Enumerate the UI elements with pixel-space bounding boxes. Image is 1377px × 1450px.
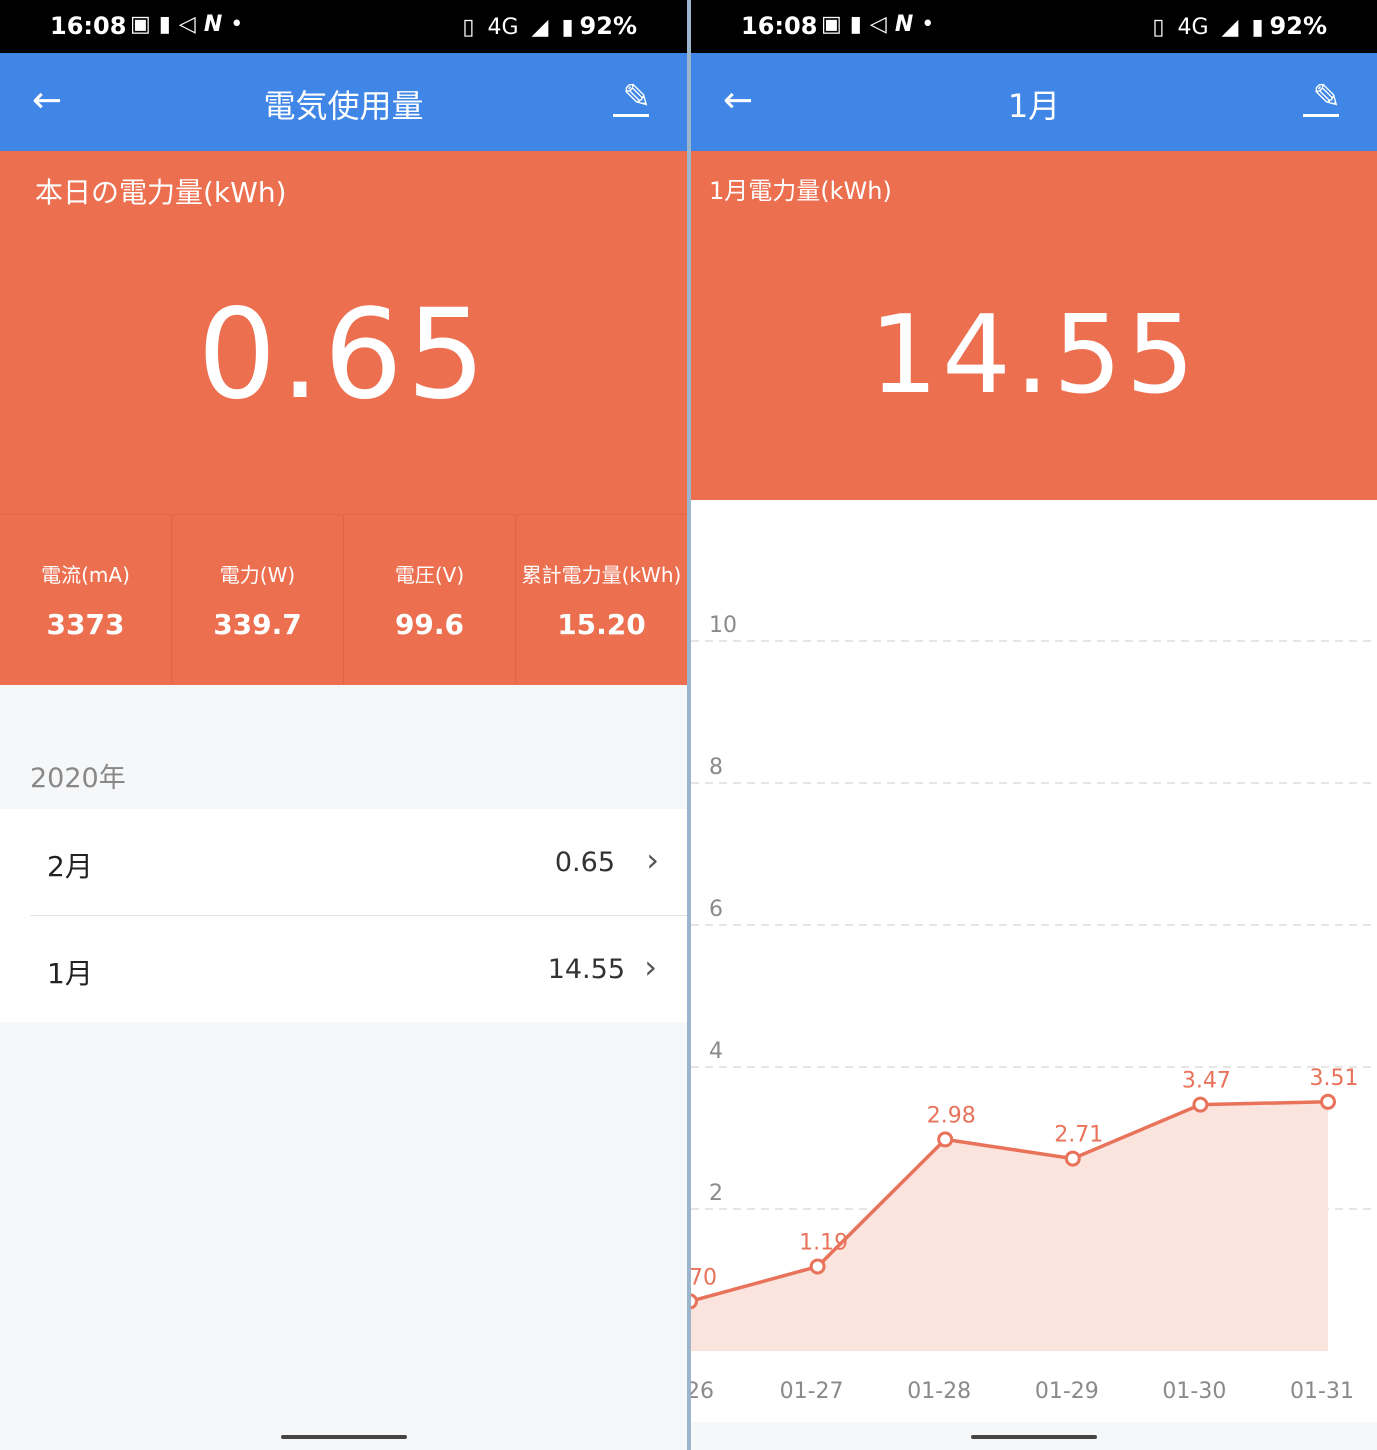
x-tick-label: 26: [691, 1379, 714, 1404]
chart-svg: 0246810701.192.982.713.473.512601-2701-2…: [691, 613, 1377, 1404]
data-point: [1064, 1150, 1081, 1167]
month-name: 2月: [47, 850, 93, 883]
network-type: 4G: [1177, 15, 1209, 40]
app-bar: ← 1月 ✎: [691, 53, 1377, 151]
battery-icon: ▮: [561, 15, 574, 40]
daily-energy-chart: 0246810701.192.982.713.473.512601-2701-2…: [691, 500, 1377, 1422]
battery-level: 92%: [1269, 12, 1327, 40]
status-time: 16:08: [50, 12, 127, 40]
area-fill: [691, 1101, 1328, 1351]
chevron-right-icon: ›: [646, 841, 659, 879]
image-icon: ▣: [130, 12, 159, 37]
left-screen: 16:08 ▣▮◁N• ▯ 4G ◢ ▮ 92% ← 電気使用量 ✎ 本日の電力量…: [0, 0, 687, 1450]
x-tick-label: 01-27: [780, 1379, 844, 1404]
home-indicator[interactable]: [280, 1435, 407, 1439]
data-point: [809, 1258, 826, 1275]
month-list: 2月 0.65 › 1月 14.55 ›: [0, 809, 687, 1022]
data-label: 70: [691, 1265, 717, 1290]
x-tick-label: 01-29: [1035, 1379, 1099, 1404]
today-energy-value: 0.65: [197, 283, 490, 427]
data-label: 2.71: [1054, 1123, 1103, 1148]
data-point: [1192, 1096, 1209, 1113]
chevron-right-icon: ›: [644, 948, 657, 986]
data-point: [691, 1293, 698, 1310]
status-right: ▯ 4G ◢ ▮ 92%: [456, 12, 637, 40]
stat-label: 累計電力量(kWh): [521, 563, 682, 587]
right-screen: 16:08 ▣▮◁N• ▯ 4G ◢ ▮ 92% ← 1月 ✎ 1月電力量(kWh…: [691, 0, 1377, 1450]
month-energy-panel: 1月電力量(kWh) 14.55: [691, 151, 1377, 500]
stat-label: 電流(mA): [41, 563, 130, 587]
list-item-month-february[interactable]: 2月 0.65 ›: [0, 809, 687, 915]
sim-icon: ▮: [849, 12, 870, 37]
stat-current: 電流(mA) 3373: [0, 515, 172, 685]
stat-label: 電力(W): [219, 563, 296, 587]
edit-pencil-icon[interactable]: ✎: [623, 77, 652, 117]
y-tick-label: 2: [709, 1181, 723, 1206]
month-value: 14.55: [547, 954, 625, 985]
month-value: 0.65: [554, 847, 615, 878]
data-label: 3.51: [1310, 1066, 1359, 1091]
today-energy-label: 本日の電力量(kWh): [35, 176, 287, 209]
x-tick-label: 01-28: [907, 1379, 971, 1404]
status-bar: 16:08 ▣▮◁N• ▯ 4G ◢ ▮ 92%: [0, 0, 687, 53]
list-item-month-january[interactable]: 1月 14.55 ›: [30, 915, 687, 1022]
page-title: 1月: [1007, 87, 1061, 125]
signal-icon: ◢: [531, 15, 549, 40]
send-icon: ◁: [869, 12, 895, 37]
x-tick-label: 01-31: [1290, 1379, 1354, 1404]
stat-value: 99.6: [394, 608, 465, 641]
y-tick-label: 10: [709, 613, 737, 638]
edit-pencil-icon[interactable]: ✎: [1313, 77, 1342, 117]
home-indicator[interactable]: [971, 1435, 1097, 1439]
status-time: 16:08: [741, 12, 818, 40]
month-energy-label: 1月電力量(kWh): [709, 177, 892, 205]
stat-voltage: 電圧(V) 99.6: [344, 515, 516, 685]
data-point: [1320, 1093, 1336, 1110]
network-type: 4G: [487, 15, 519, 40]
y-tick-label: 6: [709, 897, 723, 922]
stats-row: 電流(mA) 3373 電力(W) 339.7 電圧(V) 99.6 累計電力量…: [0, 514, 687, 685]
page-title: 電気使用量: [263, 87, 424, 125]
sim-icon: ▮: [158, 12, 179, 37]
battery-icon: ▮: [1251, 15, 1264, 40]
y-tick-label: 4: [709, 1039, 723, 1064]
stat-value: 15.20: [557, 608, 646, 641]
stat-power: 電力(W) 339.7: [172, 515, 344, 685]
app-bar: ← 電気使用量 ✎: [0, 53, 687, 151]
edit-underline: [613, 114, 649, 117]
year-header: 2020年: [30, 763, 126, 794]
stat-label: 電圧(V): [394, 563, 465, 587]
image-icon: ▣: [821, 12, 850, 37]
x-tick-label: 01-30: [1162, 1379, 1226, 1404]
notification-icons: ▣▮◁N•: [821, 12, 942, 37]
edit-underline: [1303, 114, 1339, 117]
battery-level: 92%: [579, 12, 637, 40]
data-label: 1.19: [799, 1231, 848, 1256]
n-icon: N: [894, 12, 922, 37]
stat-value: 3373: [46, 608, 125, 641]
status-right: ▯ 4G ◢ ▮ 92%: [1146, 12, 1327, 40]
vibrate-icon: ▯: [1152, 15, 1165, 40]
data-label: 2.98: [927, 1103, 976, 1128]
send-icon: ◁: [178, 12, 204, 37]
status-bar: 16:08 ▣▮◁N• ▯ 4G ◢ ▮ 92%: [691, 0, 1377, 53]
month-name: 1月: [47, 957, 93, 990]
signal-icon: ◢: [1221, 15, 1239, 40]
dot-icon: •: [921, 12, 943, 37]
dot-icon: •: [230, 12, 252, 37]
month-energy-value: 14.55: [869, 293, 1199, 418]
today-energy-panel: 本日の電力量(kWh) 0.65: [0, 151, 687, 514]
y-tick-label: 8: [709, 755, 723, 780]
vibrate-icon: ▯: [462, 15, 475, 40]
data-label: 3.47: [1182, 1069, 1231, 1094]
data-point: [937, 1131, 954, 1148]
notification-icons: ▣▮◁N•: [130, 12, 251, 37]
stat-cumulative: 累計電力量(kWh) 15.20: [516, 515, 687, 685]
n-icon: N: [203, 12, 231, 37]
stat-value: 339.7: [213, 608, 302, 641]
